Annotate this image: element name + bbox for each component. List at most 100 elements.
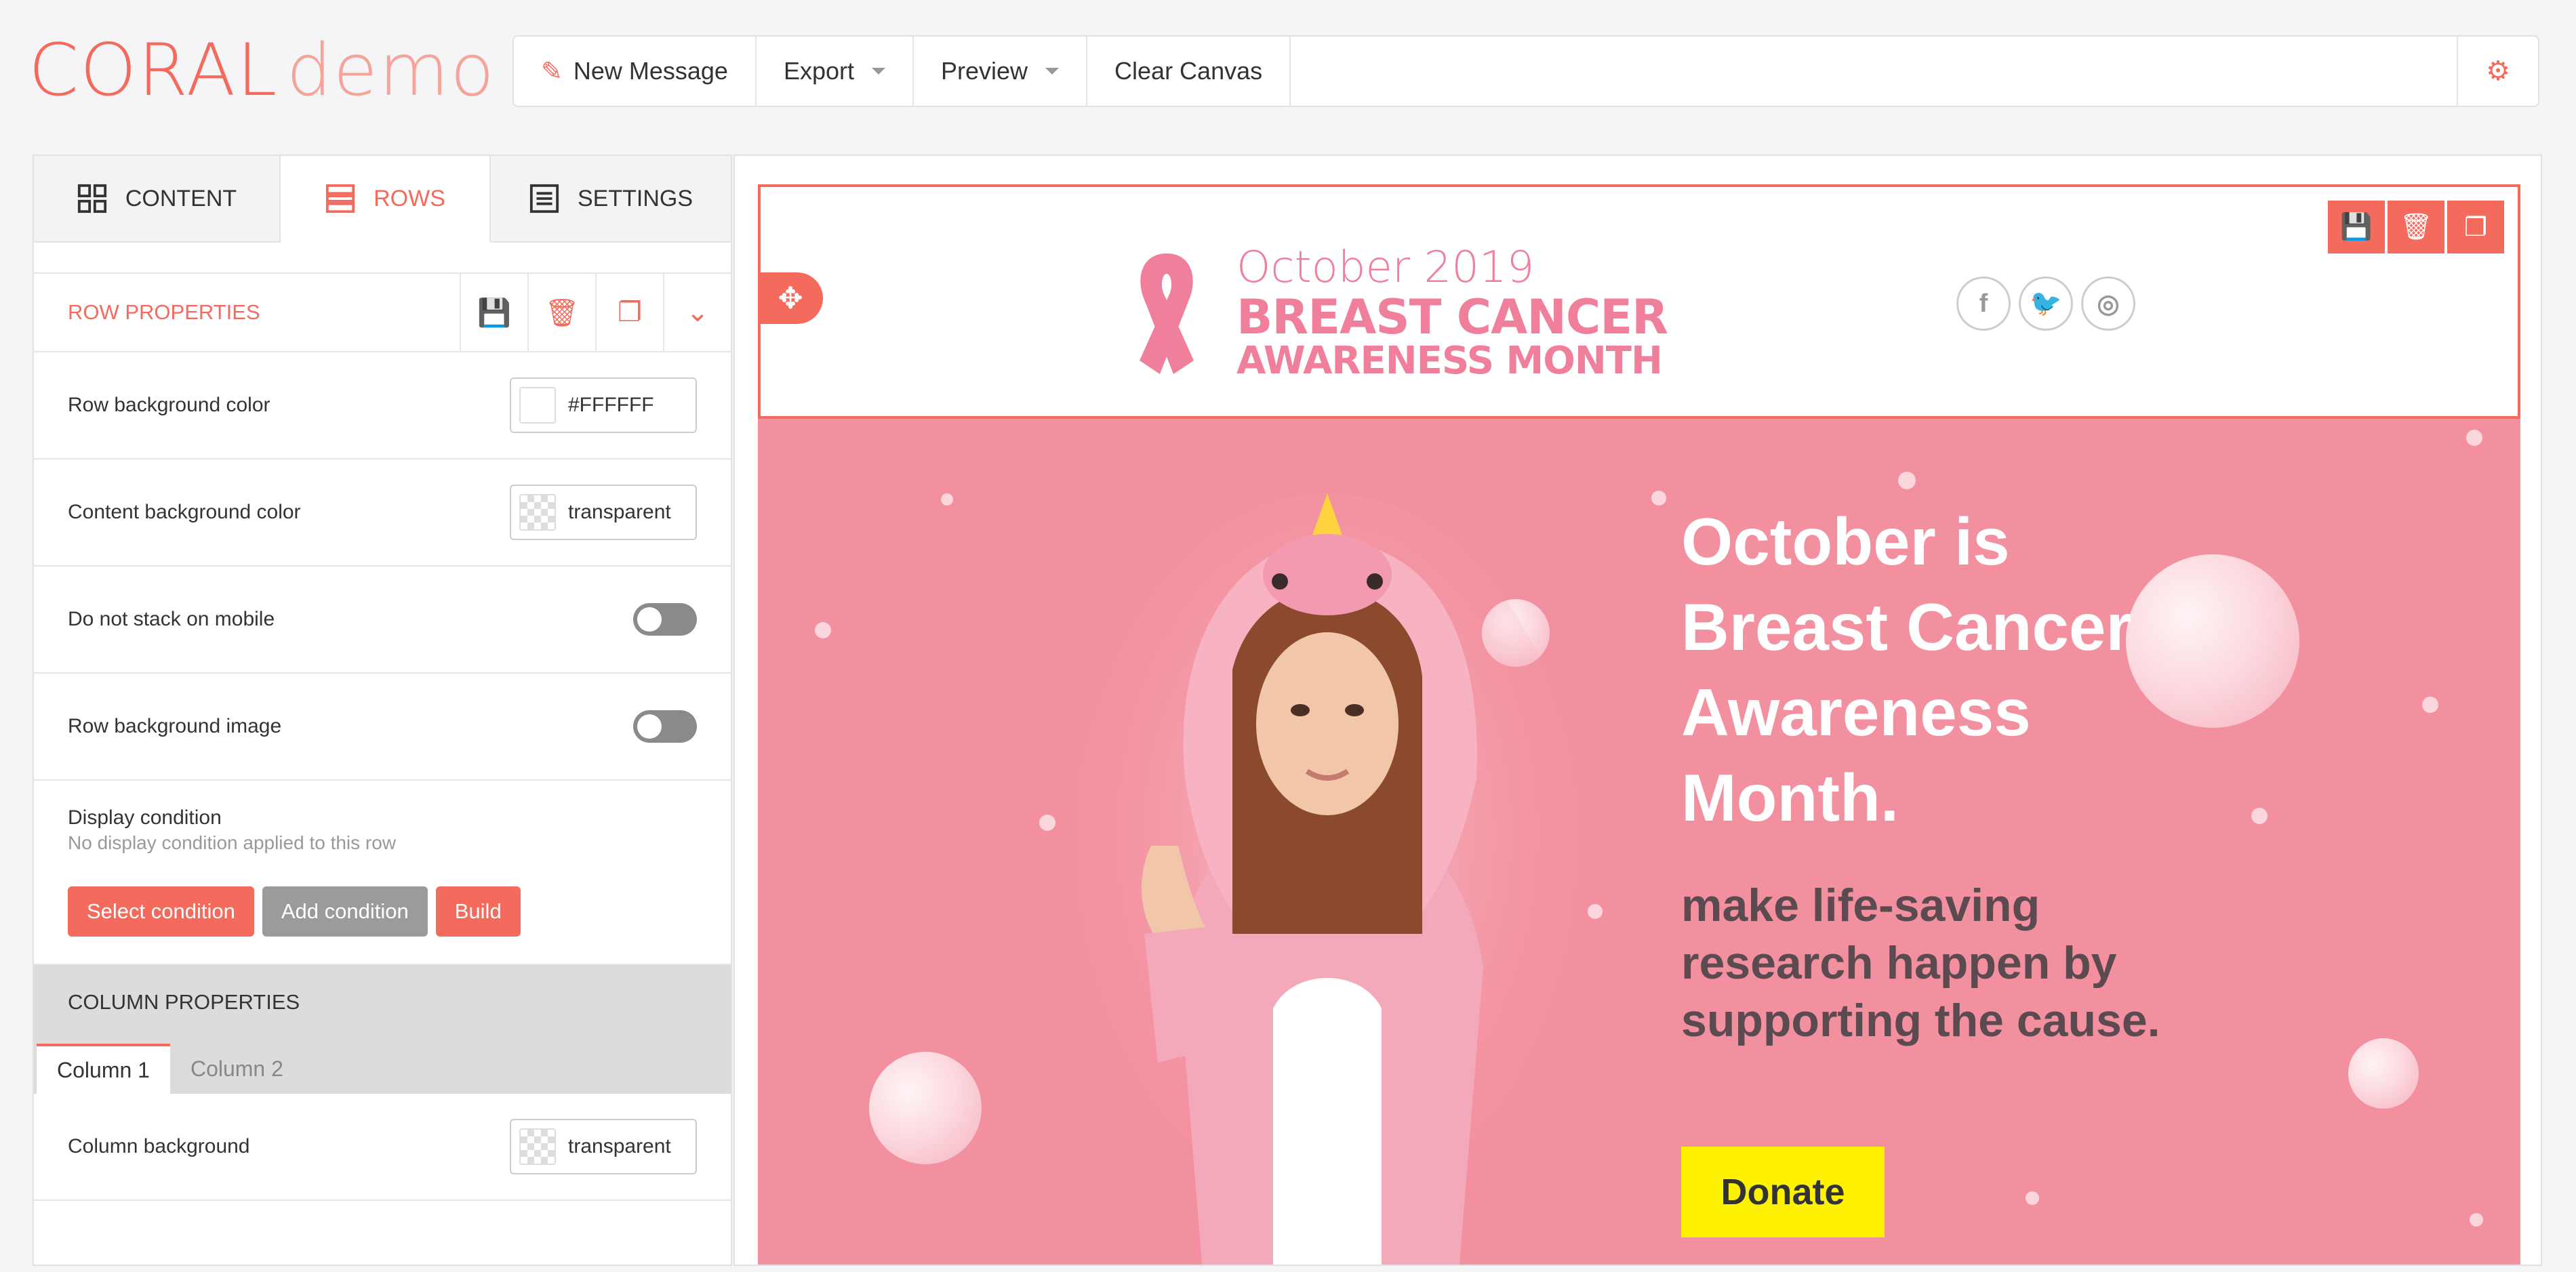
- bg-image-label: Row background image: [68, 715, 282, 737]
- panel-tabs: CONTENT ROWS SETTINGS: [34, 156, 731, 243]
- move-icon[interactable]: ✥: [758, 272, 823, 324]
- row-tools: 💾 🗑 ❐: [2328, 201, 2504, 253]
- hero-subtitle: make life-saving research happen by supp…: [1681, 880, 2160, 1046]
- tab-column-2[interactable]: Column 2: [170, 1044, 304, 1094]
- column-bg-value: transparent: [568, 1135, 671, 1157]
- app-logo: CORAL demo: [28, 30, 496, 111]
- ribbon-icon: [1140, 253, 1194, 374]
- row-bg-color-picker[interactable]: #FFFFFF: [510, 377, 697, 433]
- clear-canvas-label: Clear Canvas: [1114, 57, 1263, 85]
- toolbar-spacer: [1291, 37, 2458, 106]
- hero-section: October is Breast Cancer Awareness Month…: [758, 419, 2520, 1265]
- trash-icon[interactable]: 🗑: [527, 272, 595, 352]
- decor-dot: [2422, 697, 2438, 713]
- color-swatch: [519, 1128, 556, 1165]
- bg-image-prop: Row background image: [34, 674, 731, 781]
- grid-icon: [77, 184, 106, 213]
- chevron-down-icon: [871, 68, 885, 75]
- settings-list-icon: [529, 184, 559, 213]
- select-condition-button[interactable]: Select condition: [68, 886, 254, 937]
- brand-text: October 2019 BREAST CANCER AWARENESS MON…: [1236, 246, 1668, 380]
- display-condition-section: Display condition No display condition a…: [34, 781, 731, 965]
- no-stack-prop: Do not stack on mobile: [34, 567, 731, 674]
- tab-column-1[interactable]: Column 1: [37, 1044, 170, 1094]
- condition-buttons: Select condition Add condition Build: [68, 886, 697, 937]
- hero-title: October is Breast Cancer Awareness Month…: [1681, 504, 2132, 835]
- column-bg-prop: Column background transparent: [34, 1094, 731, 1201]
- twitter-icon[interactable]: 🐦: [2019, 276, 2073, 331]
- brand-logo: October 2019 BREAST CANCER AWARENESS MON…: [1116, 245, 1668, 381]
- hero-photo: [1070, 493, 1585, 1265]
- logo-sub: demo: [286, 28, 496, 112]
- decor-bubble: [2348, 1038, 2419, 1109]
- trash-icon[interactable]: 🗑: [2388, 201, 2444, 253]
- decor-dot: [815, 622, 831, 638]
- content-bg-color-picker[interactable]: transparent: [510, 485, 697, 540]
- duplicate-icon[interactable]: ❐: [2447, 201, 2504, 253]
- social-icons: f 🐦 ◎: [1956, 276, 2135, 331]
- new-message-button[interactable]: ✎ New Message: [514, 37, 757, 106]
- decor-dot: [2466, 430, 2482, 446]
- row-properties-title: ROW PROPERTIES: [68, 300, 260, 324]
- donate-button[interactable]: Donate: [1681, 1147, 1885, 1237]
- brand-line2: BREAST CANCER: [1236, 289, 1668, 345]
- save-icon[interactable]: 💾: [460, 272, 527, 352]
- new-message-label: New Message: [573, 57, 728, 85]
- export-button[interactable]: Export: [757, 37, 914, 106]
- decor-dot: [2026, 1191, 2039, 1205]
- decor-dot: [1039, 815, 1055, 831]
- decor-dot: [2470, 1213, 2483, 1227]
- duplicate-icon[interactable]: ❐: [595, 272, 663, 352]
- row-properties-header: ROW PROPERTIES 💾 🗑 ❐ ⌄: [34, 272, 731, 352]
- instagram-icon[interactable]: ◎: [2081, 276, 2135, 331]
- export-label: Export: [783, 57, 854, 85]
- decor-dot: [2251, 808, 2268, 824]
- top-toolbar: ✎ New Message Export Preview Clear Canvas…: [512, 35, 2539, 107]
- gear-icon[interactable]: ⚙: [2458, 37, 2538, 106]
- row-bg-color-label: Row background color: [68, 394, 270, 416]
- content-bg-color-label: Content background color: [68, 501, 301, 523]
- properties-panel: CONTENT ROWS SETTINGS ROW PROPERTIES 💾 🗑…: [33, 155, 732, 1266]
- no-stack-label: Do not stack on mobile: [68, 608, 275, 630]
- content-bg-color-prop: Content background color transparent: [34, 459, 731, 567]
- tab-settings-label: SETTINGS: [577, 185, 693, 211]
- tab-rows[interactable]: ROWS: [281, 156, 491, 243]
- column-properties-title: COLUMN PROPERTIES: [34, 965, 731, 1040]
- edit-icon: ✎: [541, 57, 563, 86]
- facebook-icon[interactable]: f: [1956, 276, 2011, 331]
- save-icon[interactable]: 💾: [2328, 201, 2385, 253]
- partial-prop-row: [34, 1201, 731, 1265]
- tab-settings[interactable]: SETTINGS: [491, 156, 731, 241]
- add-condition-button[interactable]: Add condition: [262, 886, 428, 937]
- build-button[interactable]: Build: [435, 886, 521, 937]
- clear-canvas-button[interactable]: Clear Canvas: [1087, 37, 1291, 106]
- display-condition-label: Display condition: [68, 806, 222, 829]
- chevron-down-icon: [1045, 68, 1060, 75]
- chevron-down-icon[interactable]: ⌄: [663, 272, 731, 352]
- decor-dot: [1898, 472, 1916, 489]
- content-bg-color-value: transparent: [568, 501, 671, 523]
- no-stack-toggle[interactable]: [633, 603, 697, 636]
- color-swatch: [519, 387, 556, 424]
- bg-image-toggle[interactable]: [633, 710, 697, 743]
- preview-button[interactable]: Preview: [914, 37, 1088, 106]
- column-bg-picker[interactable]: transparent: [510, 1119, 697, 1174]
- decor-bubble: [869, 1052, 982, 1164]
- preview-label: Preview: [940, 57, 1028, 85]
- decor-dot: [1588, 904, 1603, 919]
- tab-rows-label: ROWS: [374, 185, 445, 211]
- logo-main: CORAL: [28, 28, 279, 112]
- tab-content-label: CONTENT: [125, 185, 237, 211]
- rows-icon: [326, 184, 355, 213]
- selected-header-row[interactable]: ✥ 💾 🗑 ❐ October 2019 BREAST CANCER AWARE…: [758, 184, 2520, 419]
- column-tabs: Column 1 Column 2: [34, 1040, 731, 1094]
- row-bg-color-prop: Row background color #FFFFFF: [34, 352, 731, 459]
- brand-line1: October 2019: [1236, 243, 1535, 293]
- tab-content[interactable]: CONTENT: [34, 156, 281, 241]
- row-bg-color-value: #FFFFFF: [568, 394, 654, 416]
- editor-canvas: ✥ 💾 🗑 ❐ October 2019 BREAST CANCER AWARE…: [733, 155, 2542, 1266]
- display-condition-sub: No display condition applied to this row: [68, 832, 397, 853]
- column-bg-label: Column background: [68, 1135, 250, 1157]
- brand-line3: AWARENESS MONTH: [1236, 339, 1663, 383]
- email-preview: ✥ 💾 🗑 ❐ October 2019 BREAST CANCER AWARE…: [758, 184, 2520, 1265]
